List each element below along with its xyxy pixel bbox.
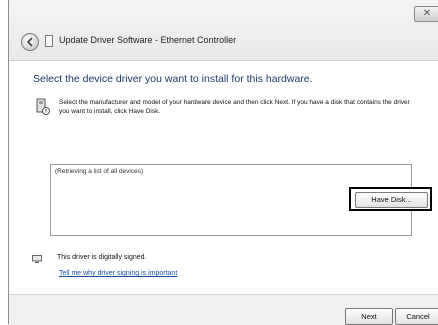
next-button[interactable]: Next xyxy=(345,308,393,325)
page-heading: Select the device driver you want to ins… xyxy=(33,73,313,85)
close-button[interactable]: ✕ xyxy=(414,6,438,22)
have-disk-highlight: Have Disk... xyxy=(349,187,432,211)
back-arrow-icon xyxy=(26,37,33,47)
title-bar: ✕ Update Driver Software - Ethernet Cont… xyxy=(9,0,438,60)
cancel-button[interactable]: Cancel xyxy=(395,308,438,325)
back-button[interactable] xyxy=(21,33,39,51)
update-driver-window: ✕ Update Driver Software - Ethernet Cont… xyxy=(8,0,438,325)
window-icon xyxy=(45,35,53,47)
driver-signing-link[interactable]: Tell me why driver signing is important xyxy=(59,270,177,277)
have-disk-button[interactable]: Have Disk... xyxy=(355,192,428,208)
driver-signed-icon xyxy=(32,255,42,263)
wizard-content: Select the device driver you want to ins… xyxy=(9,60,438,277)
footer-bar: Next Cancel xyxy=(9,294,438,325)
hardware-info-icon xyxy=(36,98,50,115)
close-icon: ✕ xyxy=(422,8,432,19)
signed-status-text: This driver is digitally signed. xyxy=(57,254,147,261)
window-title: Update Driver Software - Ethernet Contro… xyxy=(59,35,237,45)
instruction-text: Select the manufacturer and model of you… xyxy=(59,99,410,115)
device-list-status: (Retrieving a list of all devices) xyxy=(55,168,144,175)
